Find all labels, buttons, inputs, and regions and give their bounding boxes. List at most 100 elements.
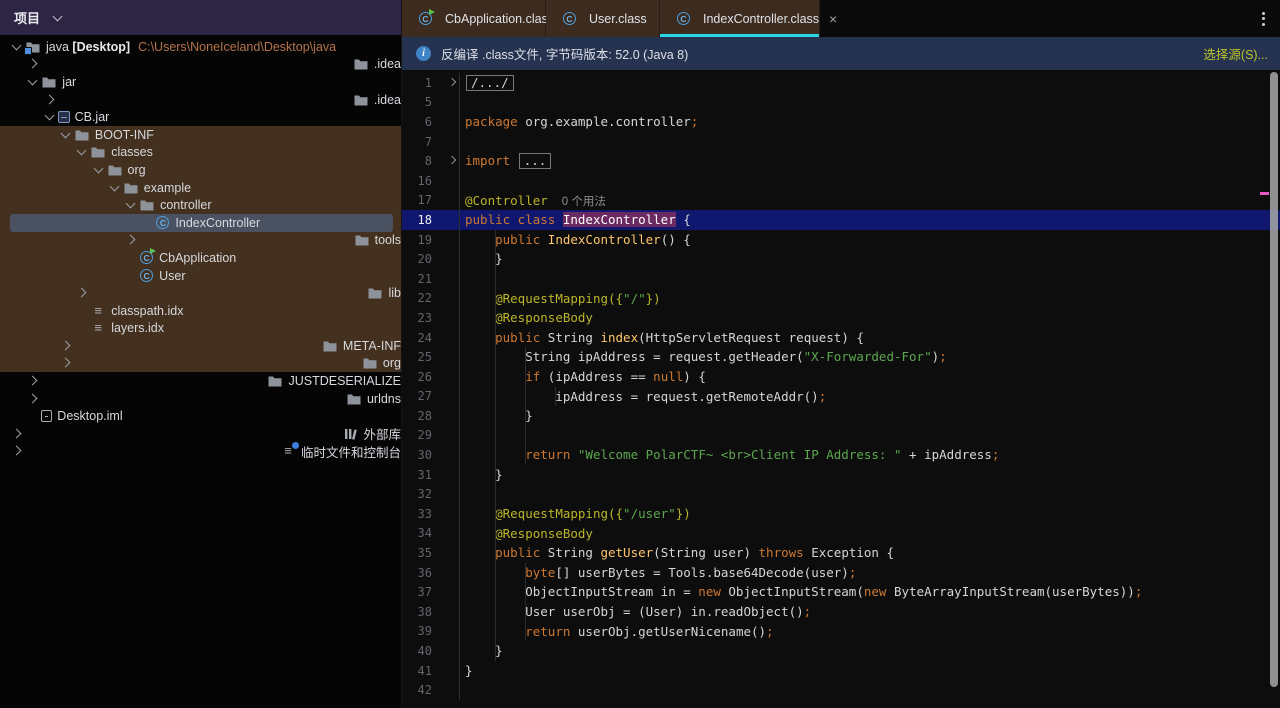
tree-item-urldns[interactable]: urldns xyxy=(0,390,401,408)
folded-region[interactable]: /.../ xyxy=(466,75,514,91)
tree-item-User[interactable]: C User xyxy=(0,267,401,285)
tree-item-org[interactable]: org xyxy=(0,161,401,179)
code-line: 8 import ... xyxy=(402,151,1280,171)
folded-region[interactable]: ... xyxy=(518,153,552,170)
tab-User.class[interactable]: C User.class xyxy=(546,0,660,37)
folder-icon xyxy=(74,128,90,142)
line-number: 36 xyxy=(402,562,460,583)
tree-item-lib[interactable]: lib xyxy=(0,284,401,302)
code-line: 7 xyxy=(402,131,1280,152)
indent-guide xyxy=(525,562,527,583)
line-number: 16 xyxy=(402,170,460,191)
folder-icon xyxy=(354,233,370,247)
line-number: 6 xyxy=(402,112,460,132)
chevron-right-icon[interactable] xyxy=(8,446,280,456)
chevron-right-icon[interactable] xyxy=(24,58,353,69)
tree-item-.idea[interactable]: .idea xyxy=(0,91,401,109)
close-icon[interactable]: × xyxy=(829,12,837,26)
tree-item-layers.idx[interactable]: ≡ layers.idx xyxy=(0,320,401,338)
chevron-down-icon[interactable] xyxy=(24,75,41,87)
tree-item-jar[interactable]: jar xyxy=(0,73,401,91)
code-line: 24 public String index(HttpServletReques… xyxy=(402,327,1280,348)
line-number: 38 xyxy=(402,602,460,622)
chevron-none-icon xyxy=(122,271,139,281)
line-number: 22 xyxy=(402,288,460,309)
chevron-right-icon[interactable] xyxy=(73,287,367,298)
indent-guide xyxy=(525,425,527,446)
fold-toggle-icon[interactable] xyxy=(447,77,457,87)
indent-guide xyxy=(495,484,497,505)
code-editor[interactable]: 1 /.../ 5 6 package org.example.controller; 7… xyxy=(402,70,1280,708)
tree-item-JUSTDESERIALIZE[interactable]: JUSTDESERIALIZE xyxy=(0,372,401,390)
run-badge-icon xyxy=(150,248,157,255)
tree-item-org[interactable]: org xyxy=(0,355,401,373)
chevron-down-icon[interactable] xyxy=(49,11,66,23)
tab-IndexController.class[interactable]: C IndexController.class × xyxy=(660,0,837,37)
tab-CbApplication.class[interactable]: C CbApplication.class xyxy=(402,0,554,37)
tree-item-java[interactable]: java [Desktop] C:\Users\NoneIceland\Deskt… xyxy=(0,38,401,56)
chevron-down-icon[interactable] xyxy=(73,145,90,157)
line-number: 19 xyxy=(402,229,460,250)
tree-item-CbApplication[interactable]: C CbApplication xyxy=(0,248,401,267)
folder-icon xyxy=(123,181,139,195)
line-number: 25 xyxy=(402,347,460,367)
line-number: 29 xyxy=(402,425,460,446)
chevron-down-icon[interactable] xyxy=(41,110,58,122)
tree-item-classes[interactable]: classes xyxy=(0,144,401,162)
chevron-right-icon[interactable] xyxy=(122,234,354,245)
tree-item-classpath.idx[interactable]: ≡ classpath.idx xyxy=(0,302,401,320)
chevron-right-icon[interactable] xyxy=(57,340,322,351)
choose-sources-link[interactable]: 选择源(S)... xyxy=(1203,44,1268,63)
fold-toggle-icon[interactable] xyxy=(447,156,457,165)
jar-archive-icon xyxy=(57,111,70,124)
project-tree[interactable]: java [Desktop] C:\Users\NoneIceland\Deskt… xyxy=(0,35,401,708)
tree-item-META-INF[interactable]: META-INF xyxy=(0,337,401,355)
indent-guide xyxy=(495,602,497,622)
chevron-down-icon[interactable] xyxy=(90,163,107,175)
tree-item-CB.jar[interactable]: CB.jar xyxy=(0,108,401,126)
indent-guide xyxy=(495,229,497,250)
line-number: 26 xyxy=(402,366,460,387)
more-options-icon[interactable] xyxy=(1246,0,1280,37)
chevron-right-icon[interactable] xyxy=(57,358,362,368)
chevron-none-icon xyxy=(24,411,41,421)
folder-icon xyxy=(41,75,57,89)
tree-item-Desktop.iml[interactable]: Desktop.iml xyxy=(0,407,401,425)
tree-item-controller[interactable]: controller xyxy=(0,196,401,214)
indent-guide xyxy=(555,386,557,407)
runnable-class-icon: C xyxy=(140,248,157,265)
tree-item-tools[interactable]: tools xyxy=(0,232,401,250)
code-line: 38 User userObj = (User) in.readObject()… xyxy=(402,602,1280,622)
tree-item-example[interactable]: example xyxy=(0,179,401,197)
chevron-down-icon[interactable] xyxy=(8,40,25,52)
indent-guide xyxy=(525,406,527,426)
code-line: 32 xyxy=(402,484,1280,505)
chevron-right-icon[interactable] xyxy=(8,428,342,439)
chevron-down-icon[interactable] xyxy=(106,181,123,193)
tree-item-.idea[interactable]: .idea xyxy=(0,56,401,74)
folder-icon xyxy=(90,145,106,159)
chevron-right-icon[interactable] xyxy=(24,393,346,404)
tree-item-[interactable]: ≡ 临时文件和控制台 xyxy=(0,442,401,461)
chevron-down-icon[interactable] xyxy=(57,128,74,140)
chevron-none-icon xyxy=(122,253,139,263)
tree-item-[interactable]: 外部库 xyxy=(0,425,401,443)
tree-item-IndexController[interactable]: C IndexController xyxy=(0,213,401,232)
chevron-right-icon[interactable] xyxy=(41,94,353,105)
chevron-down-icon[interactable] xyxy=(122,198,139,210)
indent-guide xyxy=(495,308,497,328)
indent-guide xyxy=(495,288,497,309)
module-file-icon xyxy=(41,410,53,423)
tree-item-BOOT-INF[interactable]: BOOT-INF xyxy=(0,126,401,144)
external-libraries-icon xyxy=(342,427,358,441)
folder-icon xyxy=(346,392,362,406)
run-badge-icon xyxy=(429,9,435,15)
editor-scrollbar[interactable] xyxy=(1270,72,1278,687)
chevron-right-icon[interactable] xyxy=(24,375,267,386)
code-line: 18 public class IndexController { xyxy=(402,210,1280,230)
indent-guide xyxy=(495,464,497,485)
code-line: 19 public IndexController() { xyxy=(402,229,1280,250)
project-panel: 项目 java [Desktop] C:\Users\NoneIceland\De… xyxy=(0,0,402,708)
info-icon: i xyxy=(416,46,431,61)
indent-guide xyxy=(525,602,527,622)
